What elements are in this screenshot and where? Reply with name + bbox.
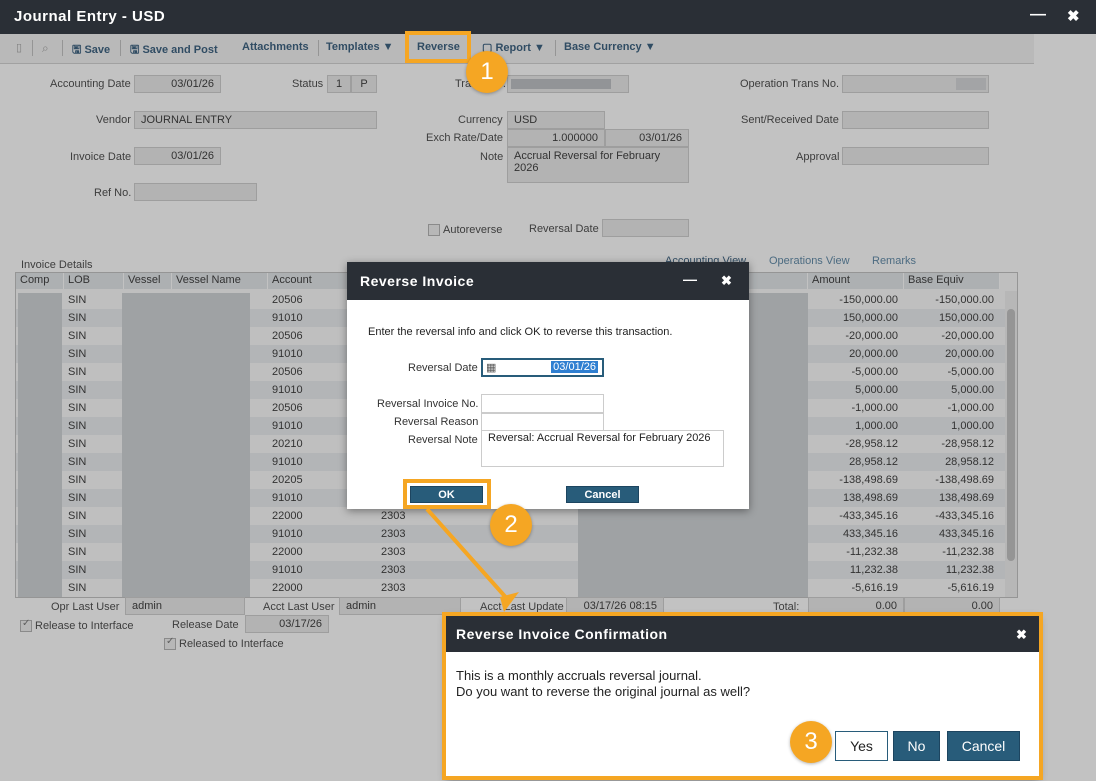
step-marker-2: 2 [490,504,532,546]
step-marker-3: 3 [790,721,832,763]
annotation-arrow [425,507,519,612]
step-marker-1: 1 [466,51,508,93]
